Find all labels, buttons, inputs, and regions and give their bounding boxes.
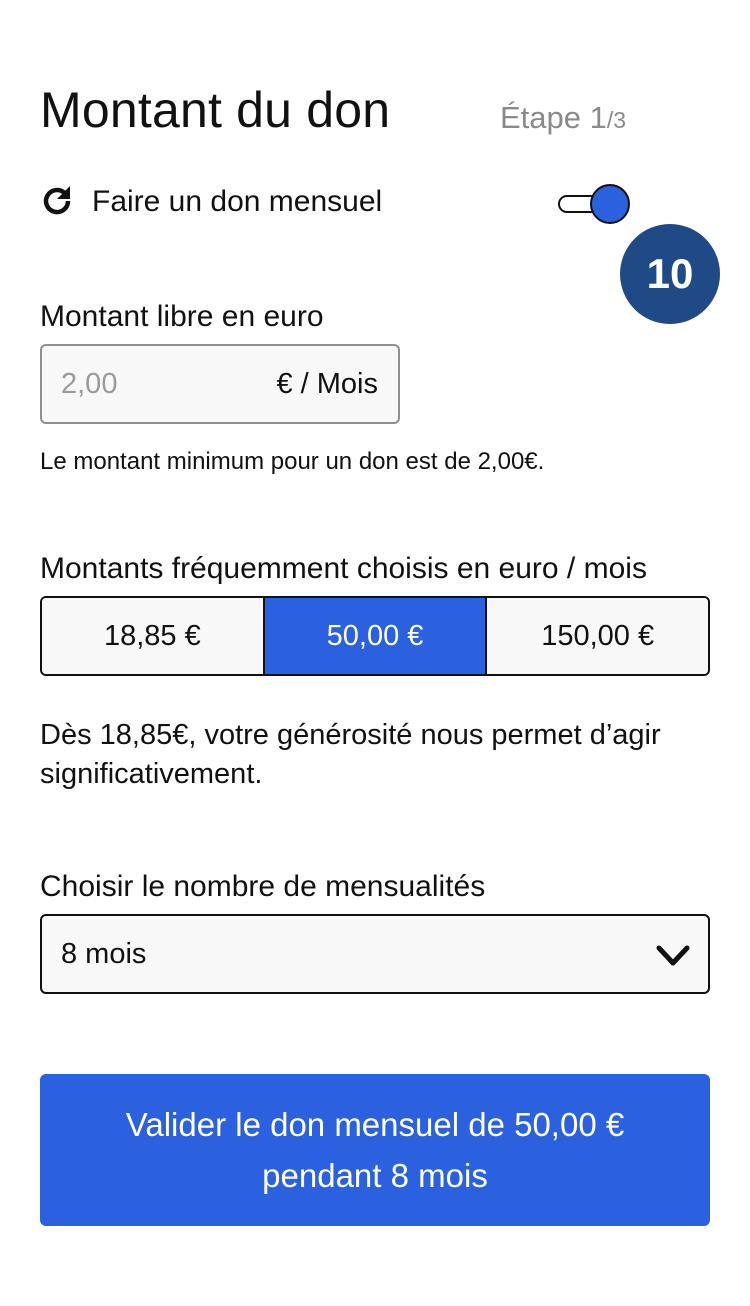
free-amount-label: Montant libre en euro (40, 300, 324, 333)
generosity-message: Dès 18,85€, votre générosité nous permet… (40, 719, 661, 790)
chevron-down-icon (656, 945, 690, 966)
refresh-icon (43, 186, 71, 215)
monthly-donation-label: Faire un don mensuel (92, 185, 383, 218)
amount-option-150-00[interactable]: 150,00 € (485, 598, 708, 674)
step-indicator: Étape 1/3 (500, 96, 626, 142)
page-title: Montant du don (40, 82, 391, 138)
installments-label: Choisir le nombre de mensualités (40, 870, 486, 903)
submit-button-line2: pendant 8 mois (262, 1157, 488, 1194)
free-amount-input[interactable]: 2,00 € / Mois (40, 344, 400, 424)
amount-option-50-00[interactable]: 50,00 € (262, 598, 486, 674)
free-amount-placeholder: 2,00 (61, 368, 118, 400)
submit-donation-button[interactable]: Valider le don mensuel de 50,00 € pendan… (40, 1074, 710, 1226)
monthly-donation-row: Faire un don mensuel (40, 178, 632, 230)
minimum-amount-hint: Le montant minimum pour un don est de 2,… (40, 448, 545, 475)
installments-select[interactable]: 8 mois (40, 914, 710, 994)
installments-selected-value: 8 mois (61, 938, 147, 970)
step-badge: 10 (620, 224, 720, 324)
free-amount-suffix: € / Mois (276, 368, 378, 400)
submit-button-line1: Valider le don mensuel de 50,00 € (125, 1106, 625, 1143)
frequent-amounts-group: 18,85 € 50,00 € 150,00 € (40, 596, 710, 676)
toggle-knob (590, 184, 630, 224)
step-current: Étape 1 (500, 100, 607, 135)
step-total: /3 (606, 107, 627, 133)
amount-option-18-85[interactable]: 18,85 € (42, 598, 263, 674)
frequent-amounts-label: Montants fréquemment choisis en euro / m… (40, 552, 647, 585)
monthly-donation-toggle[interactable] (558, 182, 632, 226)
